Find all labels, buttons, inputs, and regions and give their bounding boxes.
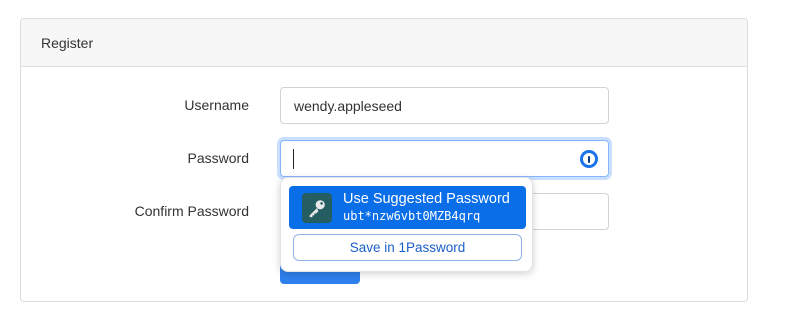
card-header: Register [21, 19, 747, 67]
username-label: Username [184, 97, 249, 113]
use-suggested-password-button[interactable]: Use Suggested Password ubt*nzw6vbt0MZB4q… [289, 186, 526, 229]
card-title: Register [41, 34, 94, 51]
key-icon [302, 192, 332, 223]
text-caret [293, 148, 294, 169]
username-value: wendy.appleseed [294, 97, 402, 114]
password-manager-popup: Use Suggested Password ubt*nzw6vbt0MZB4q… [280, 177, 533, 272]
confirm-password-label: Confirm Password [134, 203, 249, 219]
password-input[interactable] [280, 140, 609, 177]
save-label: Save in 1Password [349, 240, 466, 255]
username-input[interactable]: wendy.appleseed [280, 87, 609, 124]
suggested-password: ubt*nzw6vbt0MZB4qrq [343, 208, 481, 223]
1password-icon[interactable] [580, 150, 598, 168]
suggest-title: Use Suggested Password [343, 190, 510, 207]
save-in-1password-button[interactable]: Save in 1Password [293, 234, 522, 261]
password-label: Password [187, 150, 249, 166]
